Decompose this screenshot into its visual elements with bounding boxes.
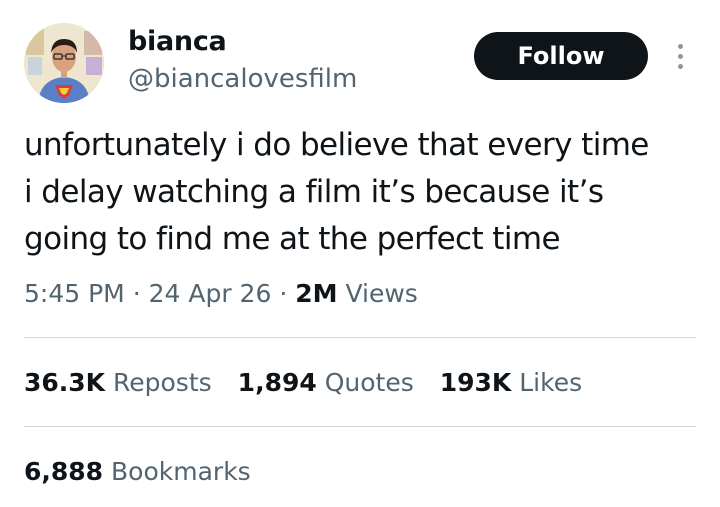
avatar[interactable] <box>24 23 104 103</box>
meta-separator: · <box>132 279 141 308</box>
quotes-label: Quotes <box>324 368 414 397</box>
follow-button[interactable]: Follow <box>474 32 648 80</box>
meta-separator: · <box>279 279 288 308</box>
tweet-text-line: unfortunately i do believe that every ti… <box>24 127 649 163</box>
more-dot <box>677 43 683 49</box>
more-vertical-icon[interactable] <box>666 38 694 74</box>
quotes-count: 1,894 <box>237 368 317 397</box>
user-handle[interactable]: @biancalovesfilm <box>128 62 357 96</box>
divider <box>24 337 696 338</box>
tweet-text-line: going to find me at the perfect time <box>24 221 561 257</box>
bookmarks-label: Bookmarks <box>111 457 251 486</box>
reposts-label: Reposts <box>113 368 212 397</box>
reposts-count: 36.3K <box>24 368 106 397</box>
avatar-image <box>24 23 104 103</box>
likes-stat[interactable]: 193K Likes <box>440 366 582 400</box>
likes-label: Likes <box>519 368 583 397</box>
views-label: Views <box>345 279 418 308</box>
divider <box>24 426 696 427</box>
tweet-text: unfortunately i do believe that every ti… <box>24 122 714 263</box>
tweet-text-line: i delay watching a film it’s because it’… <box>24 174 604 210</box>
tweet-meta: 5:45 PM · 24 Apr 26 · 2M Views <box>24 277 418 311</box>
bookmarks-stat[interactable]: 6,888 Bookmarks <box>24 455 251 489</box>
more-dot <box>677 53 683 59</box>
reposts-stat[interactable]: 36.3K Reposts <box>24 366 212 400</box>
quotes-stat[interactable]: 1,894 Quotes <box>238 366 414 400</box>
more-dot <box>677 63 683 69</box>
likes-count: 193K <box>439 368 512 397</box>
bookmarks-count: 6,888 <box>24 457 104 486</box>
tweet-card: bianca @biancalovesfilm Follow unfortuna… <box>0 0 720 507</box>
display-name[interactable]: bianca <box>128 25 227 59</box>
tweet-date[interactable]: 24 Apr 26 <box>149 279 272 308</box>
views-count: 2M <box>295 279 338 308</box>
engagement-stats: 36.3K Reposts 1,894 Quotes 193K Likes <box>24 366 608 400</box>
tweet-time[interactable]: 5:45 PM <box>24 279 125 308</box>
